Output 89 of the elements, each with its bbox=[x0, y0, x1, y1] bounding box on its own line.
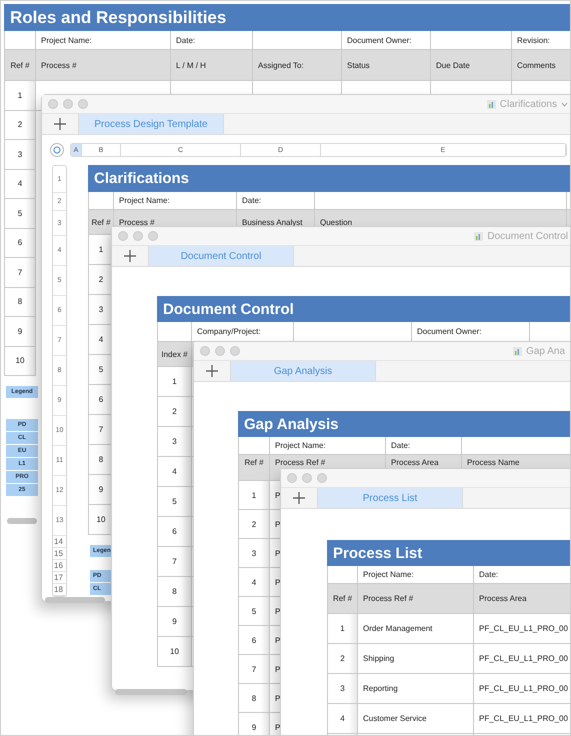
plus-icon bbox=[293, 492, 305, 504]
row-number-cell: 4 bbox=[157, 457, 192, 487]
plus-icon bbox=[124, 250, 136, 262]
table-cell bbox=[4, 31, 36, 50]
table-cell bbox=[238, 437, 270, 455]
row-number-cell: 1 bbox=[327, 614, 358, 644]
scroll-bar[interactable] bbox=[45, 597, 105, 603]
row-number-cell: 2 bbox=[157, 397, 192, 427]
select-all-button[interactable] bbox=[50, 143, 64, 157]
row-number[interactable]: 17 bbox=[53, 572, 66, 584]
table-cell: Order Management bbox=[358, 614, 474, 644]
table-cell bbox=[157, 322, 192, 342]
row-number-cell: 5 bbox=[157, 487, 192, 517]
info-label: Document Owner: bbox=[342, 31, 431, 50]
chart-icon bbox=[513, 346, 522, 356]
column-header: Process # bbox=[36, 50, 171, 81]
row-number-cell: 1 bbox=[157, 367, 192, 397]
row-number[interactable]: 14 bbox=[53, 536, 66, 548]
row-number-cell: 6 bbox=[238, 626, 270, 655]
info-label: Project Name: bbox=[358, 566, 474, 584]
info-label: Date: bbox=[171, 31, 253, 50]
sheet-title: Process List bbox=[327, 540, 570, 566]
row-number-cell: 3 bbox=[157, 427, 192, 457]
row-number-cell: 2 bbox=[327, 644, 358, 674]
row-number-cell: 10 bbox=[157, 637, 192, 667]
info-label: Project Name: bbox=[36, 31, 171, 50]
row-number-cell: 9 bbox=[238, 713, 270, 735]
row-number-cell: 1 bbox=[238, 481, 270, 510]
scroll-bar[interactable] bbox=[115, 689, 187, 695]
info-label: Company/Project: bbox=[192, 322, 294, 342]
sheet-title: Document Control bbox=[157, 296, 570, 322]
table-cell bbox=[327, 566, 358, 584]
column-header: Ref # bbox=[4, 50, 36, 81]
sheet-title: Roles and Responsibilities bbox=[4, 4, 570, 31]
row-number-cell: 5 bbox=[4, 199, 36, 228]
row-number-cell: 4 bbox=[238, 568, 270, 597]
table-cell bbox=[88, 192, 114, 210]
row-number-cell: 8 bbox=[238, 684, 270, 713]
info-label: Project Name: bbox=[114, 192, 237, 210]
row-number-cell: 8 bbox=[157, 577, 192, 607]
row-number-cell: 2 bbox=[4, 110, 36, 140]
plus-icon bbox=[206, 365, 218, 377]
row-number[interactable]: 15 bbox=[53, 548, 66, 560]
column-header: Ref # bbox=[88, 210, 114, 235]
row-number-cell: 7 bbox=[238, 655, 270, 684]
row-number-cell: 4 bbox=[4, 170, 36, 199]
row-number-cell: 6 bbox=[157, 517, 192, 547]
row-number-cell: 10 bbox=[4, 346, 36, 376]
column-header: Process Area bbox=[474, 584, 570, 614]
row-number-cell: 8 bbox=[4, 288, 36, 317]
row-number-cell: 1 bbox=[4, 81, 36, 110]
row-number-cell: 2 bbox=[238, 510, 270, 539]
info-label: Date: bbox=[386, 437, 462, 455]
row-number-cell: 7 bbox=[4, 258, 36, 288]
window-title-text: Gap Ana bbox=[526, 346, 565, 356]
column-header: Ref # bbox=[238, 455, 270, 481]
chart-icon bbox=[474, 232, 484, 240]
row-number-cell: 3 bbox=[4, 140, 36, 170]
column-header: Process Ref # bbox=[358, 584, 474, 614]
row-number-cell: 4 bbox=[327, 704, 358, 734]
table-cell: Reporting bbox=[358, 674, 474, 704]
row-number-cell: 9 bbox=[157, 607, 192, 637]
info-label: Project Name: bbox=[270, 437, 386, 455]
row-number-cell: 3 bbox=[238, 539, 270, 568]
sheet-title: Gap Analysis bbox=[238, 411, 570, 437]
column-header: Ref # bbox=[327, 584, 358, 614]
row-number[interactable]: 16 bbox=[53, 560, 66, 572]
column-header: Assigned To: bbox=[253, 50, 342, 81]
column-header: Comments bbox=[512, 50, 570, 81]
chart-icon bbox=[486, 100, 496, 108]
column-header: Index # bbox=[157, 342, 192, 367]
table-cell: Shipping bbox=[358, 644, 474, 674]
row-number[interactable]: 18 bbox=[53, 584, 66, 596]
column-header: Due Date bbox=[431, 50, 512, 81]
row-number-cell: 7 bbox=[157, 547, 192, 577]
column-header: L / M / H bbox=[171, 50, 253, 81]
sheet-title: Clarifications bbox=[88, 165, 570, 192]
table-cell: Customer Service bbox=[358, 704, 474, 734]
scroll-bar[interactable] bbox=[7, 518, 37, 524]
chevron-down-icon[interactable] bbox=[561, 102, 568, 106]
row-number-cell: 3 bbox=[327, 674, 358, 704]
row-number-cell: 5 bbox=[238, 597, 270, 626]
row-number-cell: 9 bbox=[4, 317, 36, 346]
column-header: Status bbox=[342, 50, 431, 81]
row-number-cell: 6 bbox=[4, 228, 36, 258]
plus-icon bbox=[54, 118, 66, 130]
circle-icon bbox=[53, 146, 61, 154]
window-title-text: Clarifications bbox=[500, 98, 557, 110]
info-label: Date: bbox=[237, 192, 315, 210]
